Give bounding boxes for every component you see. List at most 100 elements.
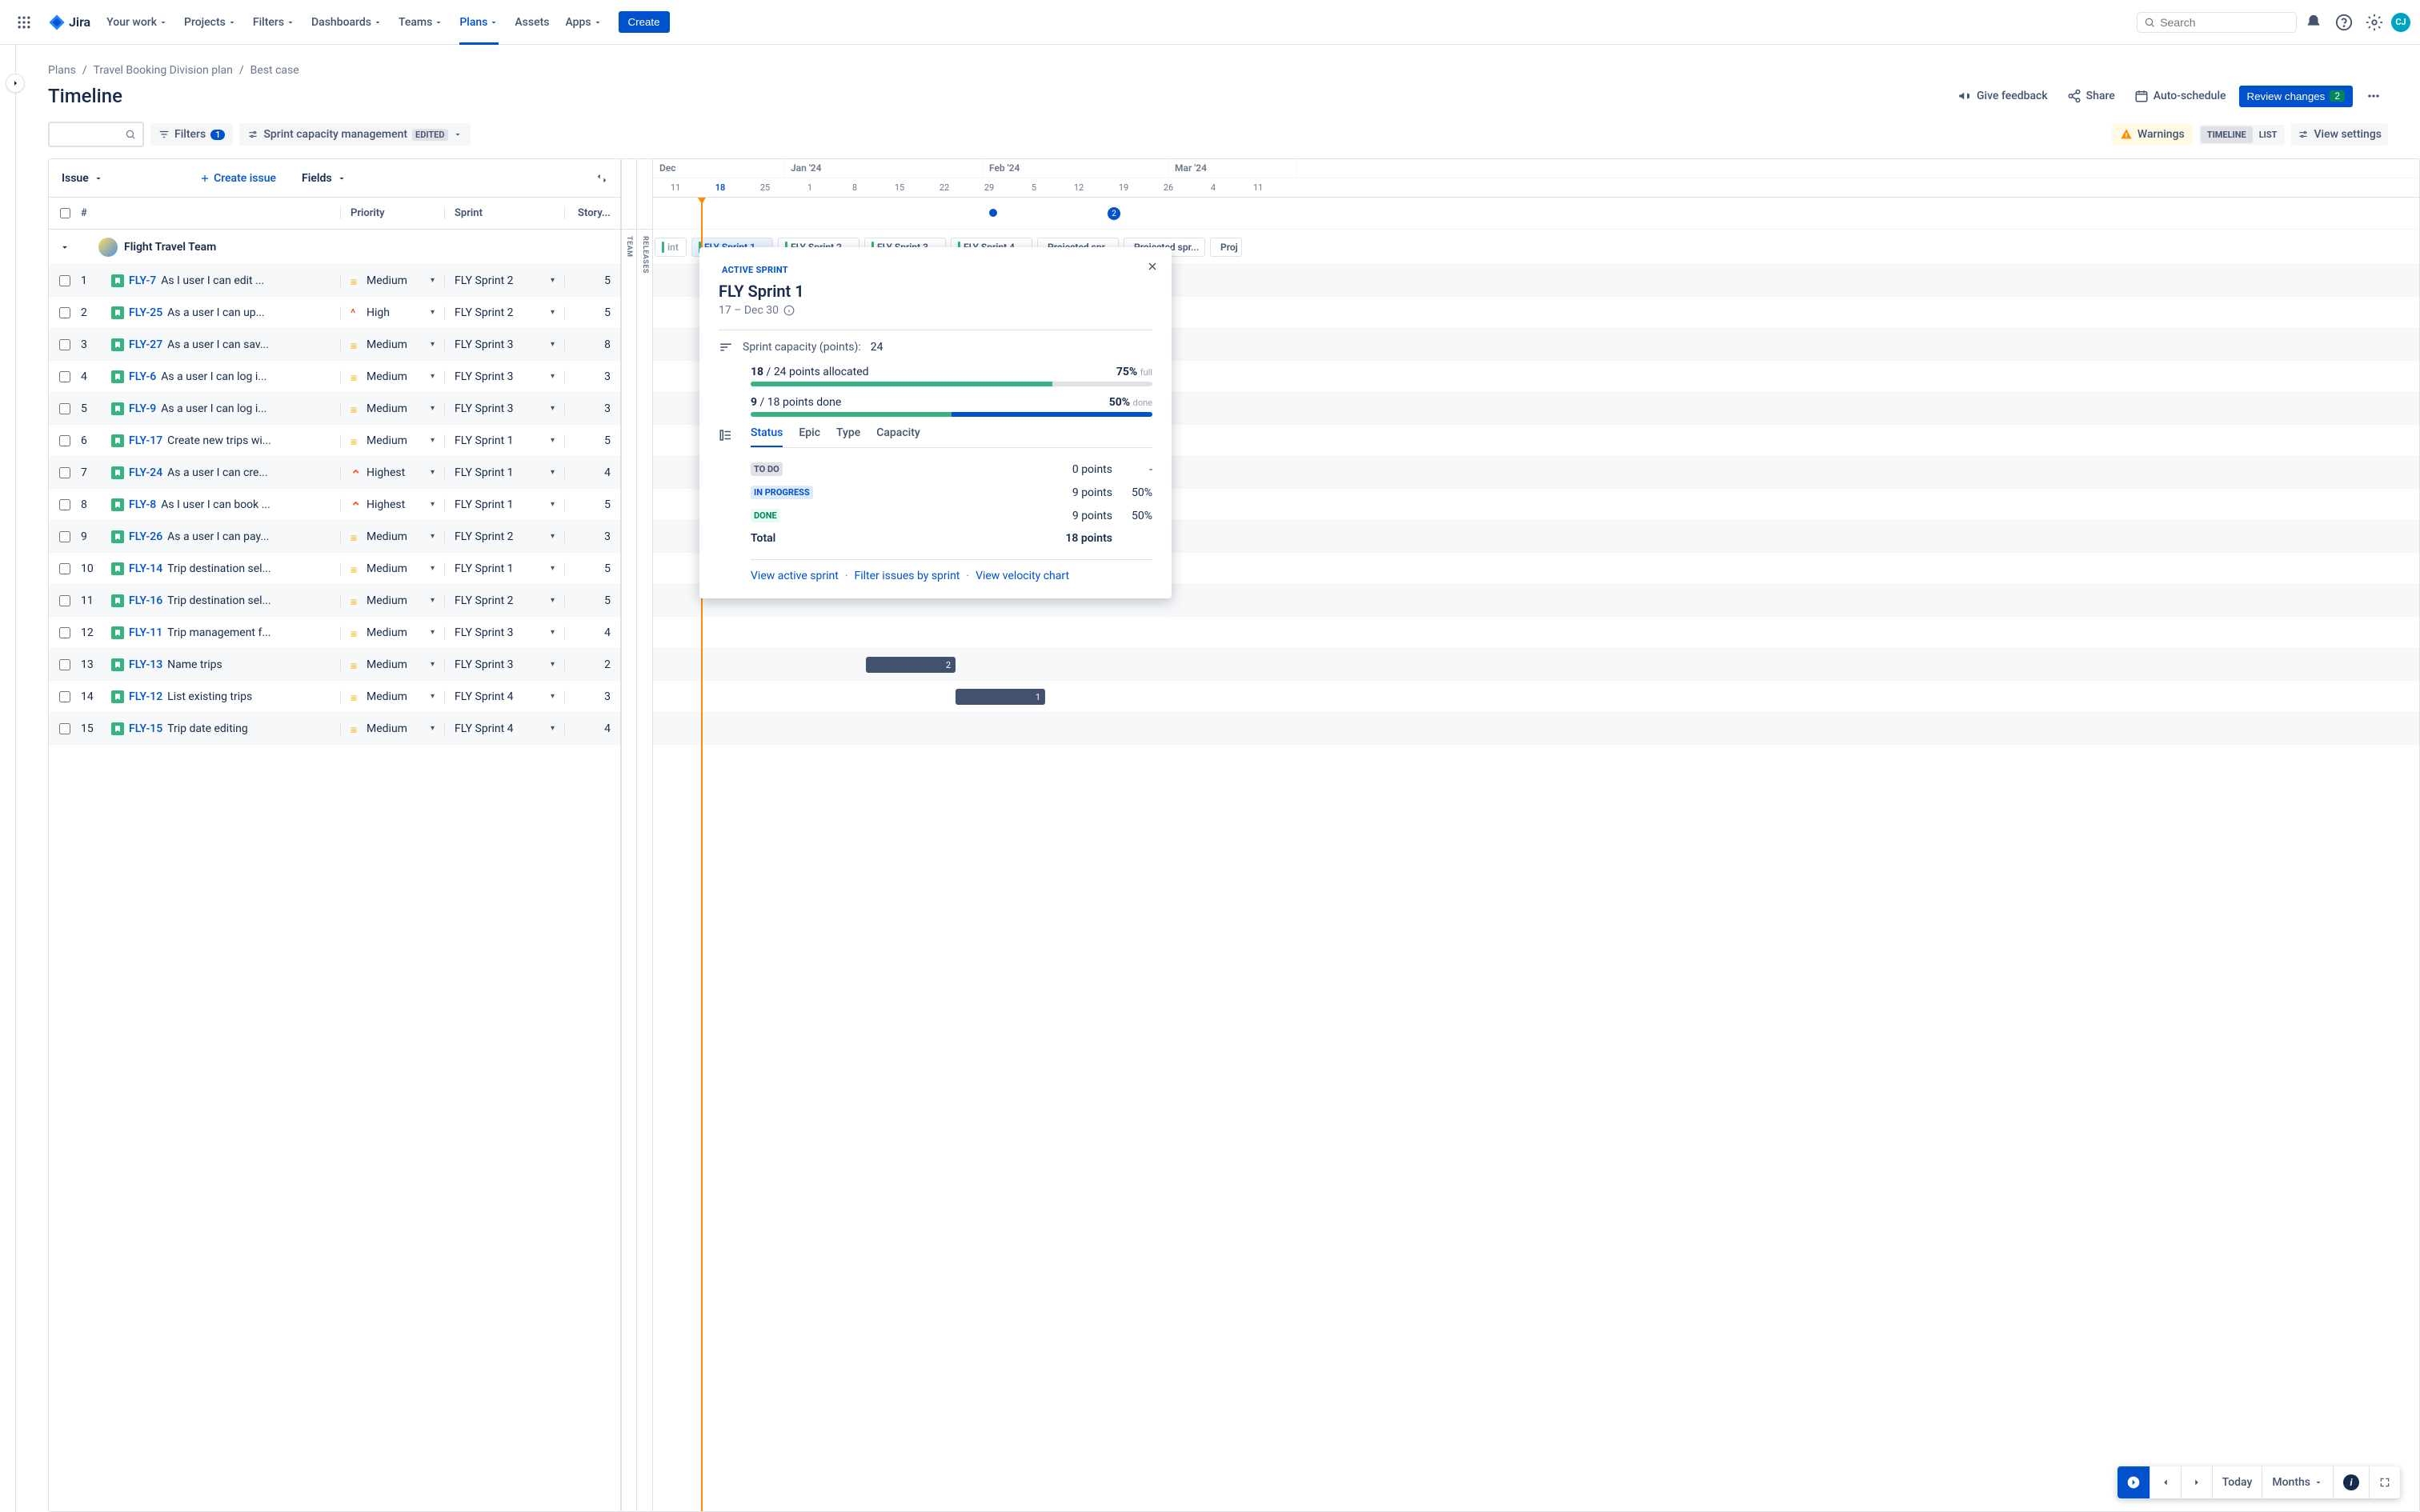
priority-dropdown[interactable]: ▾ — [431, 372, 435, 381]
layout-icon[interactable] — [719, 428, 733, 442]
filter-issues-link[interactable]: Filter issues by sprint — [854, 570, 960, 582]
more-actions-button[interactable] — [2359, 83, 2388, 109]
scroll-left-button[interactable] — [2150, 1466, 2182, 1498]
releases-rail-label[interactable]: RELEASES — [637, 230, 652, 280]
scroll-right-button[interactable] — [2182, 1466, 2213, 1498]
issue-summary[interactable]: Trip date editing — [167, 722, 248, 735]
tab-type[interactable]: Type — [836, 426, 860, 447]
priority-dropdown[interactable]: ▾ — [431, 628, 435, 637]
chevron-down-icon[interactable] — [94, 174, 103, 183]
issue-key[interactable]: FLY-13 — [129, 658, 162, 671]
issue-summary[interactable]: As a user I can cre... — [167, 466, 267, 479]
priority-dropdown[interactable]: ▾ — [431, 692, 435, 701]
issue-row[interactable]: 7 FLY-24 As a user I can cre... Highest▾… — [49, 457, 620, 489]
select-all-checkbox[interactable] — [60, 208, 70, 218]
scroll-next-button[interactable] — [2118, 1466, 2150, 1498]
issue-summary[interactable]: As a user I can sav... — [167, 338, 269, 351]
sprint-dropdown[interactable]: ▾ — [551, 308, 555, 317]
priority-dropdown[interactable]: ▾ — [431, 724, 435, 733]
issue-key[interactable]: FLY-24 — [129, 466, 162, 479]
issue-row[interactable]: 11 FLY-16 Trip destination sel... Medium… — [49, 585, 620, 617]
row-checkbox[interactable] — [59, 275, 70, 286]
global-search[interactable] — [2137, 12, 2297, 33]
sprint-dropdown[interactable]: ▾ — [551, 564, 555, 573]
story-points[interactable]: 4 — [564, 626, 620, 639]
issue-key[interactable]: FLY-17 — [129, 434, 162, 447]
issue-summary[interactable]: As a user I can log i... — [161, 402, 266, 415]
info-icon[interactable] — [783, 305, 795, 316]
story-points[interactable]: 4 — [564, 722, 620, 735]
give-feedback-button[interactable]: Give feedback — [1951, 84, 2054, 108]
row-checkbox[interactable] — [59, 531, 70, 542]
row-checkbox[interactable] — [59, 563, 70, 574]
sprint-dropdown[interactable]: ▾ — [551, 692, 555, 701]
breadcrumb-plans[interactable]: Plans — [48, 64, 76, 77]
issue-key[interactable]: FLY-25 — [129, 306, 162, 319]
issue-row[interactable]: 3 FLY-27 As a user I can sav... Medium▾ … — [49, 329, 620, 361]
team-row[interactable]: Flight Travel Team — [49, 230, 620, 265]
team-rail-label[interactable]: TEAM — [622, 230, 636, 264]
list-view-option[interactable]: LIST — [2253, 126, 2284, 143]
breadcrumb-scenario[interactable]: Best case — [250, 64, 299, 77]
app-switcher-icon[interactable] — [10, 11, 38, 34]
priority-dropdown[interactable]: ▾ — [431, 468, 435, 477]
sprint-dropdown[interactable]: ▾ — [551, 340, 555, 349]
issue-row[interactable]: 13 FLY-13 Name trips Medium▾ FLY Sprint … — [49, 649, 620, 681]
timeline-view-option[interactable]: TIMELINE — [2201, 126, 2253, 143]
row-checkbox[interactable] — [59, 307, 70, 318]
issue-row[interactable]: 10 FLY-14 Trip destination sel... Medium… — [49, 553, 620, 585]
user-avatar[interactable]: CJ — [2391, 13, 2410, 32]
chevron-down-icon[interactable] — [337, 174, 347, 183]
view-settings-button[interactable]: View settings — [2291, 123, 2388, 146]
story-points[interactable]: 5 — [564, 434, 620, 447]
priority-dropdown[interactable]: ▾ — [431, 532, 435, 541]
row-checkbox[interactable] — [59, 659, 70, 670]
view-velocity-link[interactable]: View velocity chart — [976, 570, 1069, 582]
issue-summary[interactable]: As I user I can edit ... — [161, 274, 264, 287]
view-active-sprint-link[interactable]: View active sprint — [751, 570, 839, 582]
issue-row[interactable]: 15 FLY-15 Trip date editing Medium▾ FLY … — [49, 713, 620, 745]
priority-dropdown[interactable]: ▾ — [431, 500, 435, 509]
review-changes-button[interactable]: Review changes 2 — [2239, 86, 2353, 107]
issue-key[interactable]: FLY-7 — [129, 274, 156, 287]
issue-key[interactable]: FLY-9 — [129, 402, 156, 415]
sprint-dropdown[interactable]: ▾ — [551, 724, 555, 733]
issue-key[interactable]: FLY-16 — [129, 594, 162, 607]
close-icon[interactable] — [1146, 260, 1159, 273]
nav-teams[interactable]: Teams — [392, 10, 450, 35]
search-input[interactable] — [2160, 16, 2290, 29]
priority-dropdown[interactable]: ▾ — [431, 436, 435, 445]
issue-summary[interactable]: Trip destination sel... — [167, 562, 271, 575]
legend-button[interactable]: i — [2334, 1466, 2370, 1498]
expand-sidebar-button[interactable] — [6, 74, 25, 93]
nav-assets[interactable]: Assets — [508, 10, 555, 35]
priority-dropdown[interactable]: ▾ — [431, 660, 435, 669]
points-column-header[interactable]: Story... — [564, 207, 620, 219]
create-button[interactable]: Create — [619, 11, 670, 33]
issue-column-header[interactable]: Issue — [62, 172, 89, 185]
sprint-dropdown[interactable]: ▾ — [551, 436, 555, 445]
priority-dropdown[interactable]: ▾ — [431, 596, 435, 605]
row-checkbox[interactable] — [59, 595, 70, 606]
issue-key[interactable]: FLY-6 — [129, 370, 156, 383]
sprint-dropdown[interactable]: ▾ — [551, 276, 555, 285]
issue-row[interactable]: 9 FLY-26 As a user I can pay... Medium▾ … — [49, 521, 620, 553]
fields-dropdown[interactable]: Fields — [302, 172, 332, 185]
issue-key[interactable]: FLY-26 — [129, 530, 162, 543]
issue-summary[interactable]: List existing trips — [167, 690, 252, 703]
issue-row[interactable]: 8 FLY-8 As I user I can book ... Highest… — [49, 489, 620, 521]
issue-row[interactable]: 14 FLY-12 List existing trips Medium▾ FL… — [49, 681, 620, 713]
sprint-dropdown[interactable]: ▾ — [551, 660, 555, 669]
row-checkbox[interactable] — [59, 691, 70, 702]
row-checkbox[interactable] — [59, 403, 70, 414]
issue-key[interactable]: FLY-15 — [129, 722, 162, 735]
nav-filters[interactable]: Filters — [246, 10, 302, 35]
share-button[interactable]: Share — [2061, 84, 2122, 108]
row-checkbox[interactable] — [59, 723, 70, 734]
story-points[interactable]: 5 — [564, 562, 620, 575]
jira-logo[interactable]: Jira — [42, 14, 97, 31]
sprint-dropdown[interactable]: ▾ — [551, 628, 555, 637]
issue-row[interactable]: 5 FLY-9 As a user I can log i... Medium▾… — [49, 393, 620, 425]
issue-row[interactable]: 4 FLY-6 As a user I can log i... Medium▾… — [49, 361, 620, 393]
sprint-dropdown[interactable]: ▾ — [551, 372, 555, 381]
